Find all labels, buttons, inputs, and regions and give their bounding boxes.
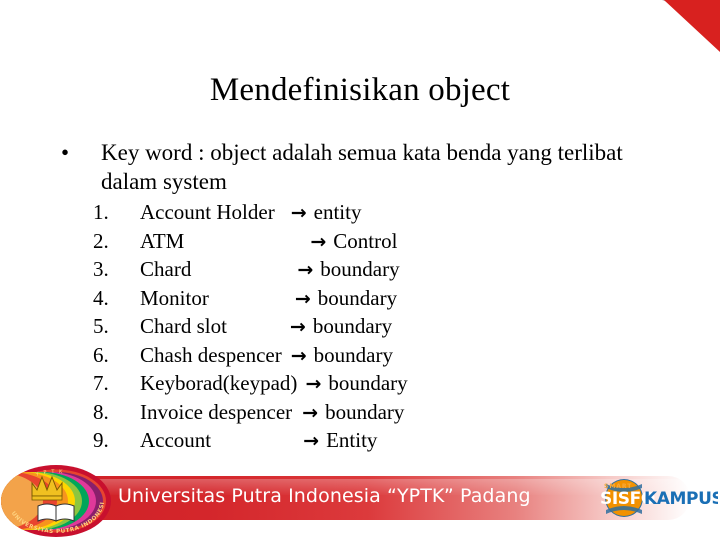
logo-book <box>37 503 75 522</box>
arrow-icon: → <box>302 401 319 424</box>
list-item-term: Keyborad(keypad) <box>140 371 298 395</box>
list-item-term: Monitor <box>140 285 209 310</box>
sisfokampus-logo: SMART SISFO KAMPUS <box>596 474 720 522</box>
object-list: 1. Account Holder → entity 2. ATM → Cont… <box>88 200 648 457</box>
list-item-role: Entity <box>326 428 378 452</box>
sisfo-word-two: KAMPUS <box>644 489 718 509</box>
list-item-number: 8. <box>93 399 109 424</box>
list-item-term: Chard <box>140 257 192 281</box>
corner-red-triangle <box>664 0 720 52</box>
list-item-term: Chash despencer <box>140 342 282 367</box>
list-item-term: Invoice despencer <box>140 399 293 424</box>
list-item: 5. Chard slot → boundary <box>88 314 648 343</box>
arrow-icon: → <box>289 316 306 338</box>
list-item-number: 4. <box>93 285 109 310</box>
list-item-term: Account <box>140 428 212 452</box>
corner-decoration <box>642 0 720 60</box>
arrow-icon: → <box>303 430 320 452</box>
list-item: 1. Account Holder → entity <box>88 200 648 229</box>
list-item-number: 3. <box>93 257 109 281</box>
list-item-role: boundary <box>325 399 405 424</box>
list-item-role: boundary <box>317 285 398 310</box>
arrow-icon: → <box>310 230 327 253</box>
list-item: 3. Chard → boundary <box>88 257 648 286</box>
list-item-number: 1. <box>93 200 109 224</box>
arrow-icon: → <box>305 373 322 395</box>
list-item-role: boundary <box>320 257 400 281</box>
list-item: 2. ATM → Control <box>88 229 648 258</box>
list-item: 7. Keyborad(keypad) → boundary <box>88 371 648 400</box>
list-item-role: boundary <box>313 342 393 367</box>
university-logo: Y P T K UNIVERSITAS PUTRA INDONESIA <box>0 460 112 538</box>
list-item-number: 9. <box>93 428 109 452</box>
list-item: 9. Account → Entity <box>88 428 648 457</box>
list-item-role: entity <box>313 200 362 224</box>
arrow-icon: → <box>290 202 307 224</box>
slide: Mendefinisikan object • Key word : objec… <box>0 0 720 540</box>
list-item: 4. Monitor → boundary <box>88 286 648 315</box>
footer-institution-name: Universitas Putra Indonesia “YPTK” Padan… <box>118 485 531 507</box>
page-title: Mendefinisikan object <box>209 72 511 108</box>
list-item: 6. Chash despencer → boundary <box>88 343 648 372</box>
bullet-marker: • <box>61 140 70 165</box>
bullet-text: Key word : object adalah semua kata bend… <box>101 140 623 194</box>
arrow-icon: → <box>297 259 314 281</box>
list-item-role: Control <box>333 228 398 253</box>
corner-gray-shape <box>662 0 720 48</box>
list-item-role: boundary <box>328 371 408 395</box>
list-item-term: Chard slot <box>140 314 227 338</box>
bullet-paragraph: • Key word : object adalah semua kata be… <box>55 138 655 196</box>
list-item: 8. Invoice despencer → boundary <box>88 400 648 429</box>
list-item-term: Account Holder <box>140 200 275 224</box>
arrow-icon: → <box>290 344 307 367</box>
list-item-number: 5. <box>93 314 109 338</box>
list-item-term: ATM <box>140 228 185 253</box>
list-item-number: 2. <box>93 228 109 253</box>
list-item-number: 6. <box>93 342 109 367</box>
list-item-number: 7. <box>93 371 109 395</box>
list-item-role: boundary <box>312 314 393 338</box>
arrow-icon: → <box>294 287 311 310</box>
slide-footer: Universitas Putra Indonesia “YPTK” Padan… <box>0 460 720 540</box>
